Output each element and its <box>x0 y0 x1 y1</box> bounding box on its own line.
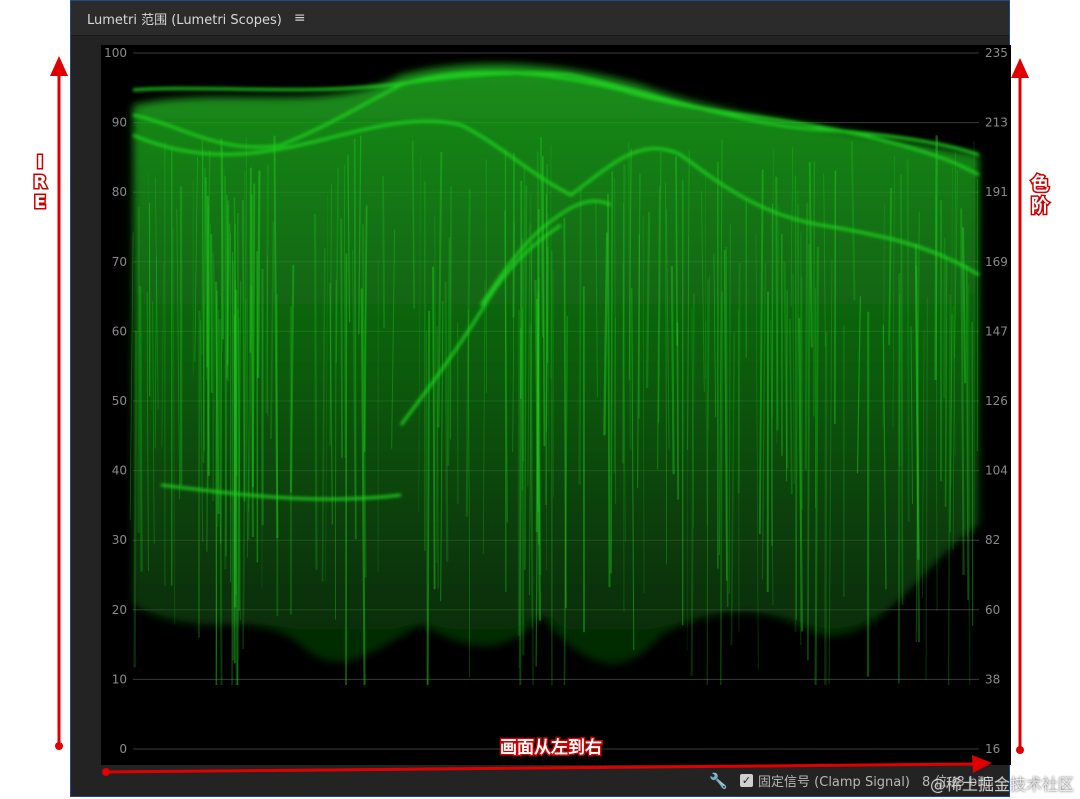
waveform-streak <box>235 308 239 686</box>
waveform-streak <box>138 286 143 572</box>
hamburger-icon[interactable]: ≡ <box>294 10 306 26</box>
level-tick-label: 126 <box>985 394 1008 408</box>
level-tick-label: 191 <box>985 185 1008 199</box>
ire-label-r: R <box>33 172 47 193</box>
level-tick-label: 147 <box>985 324 1008 338</box>
waveform-streak <box>382 176 386 329</box>
waveform-streak <box>906 158 910 522</box>
left-arrow-head <box>50 56 68 76</box>
panel-header: Lumetri 范围 (Lumetri Scopes) ≡ <box>71 1 1009 36</box>
waveform-streak <box>215 290 218 686</box>
level-tick-label: 60 <box>985 603 1000 617</box>
right-arrow-dot <box>1016 746 1024 754</box>
waveform-streak <box>233 289 238 608</box>
waveform-streak <box>804 203 809 470</box>
watermark: @稀土掘金技术社区 <box>929 775 1074 794</box>
right-arrow-head <box>1011 58 1029 78</box>
waveform-streak <box>537 291 540 545</box>
ire-tick-label: 0 <box>119 742 127 756</box>
ire-label-i: I <box>37 152 44 173</box>
waveform-streak <box>276 294 279 617</box>
level-tick-label: 82 <box>985 533 1000 547</box>
waveform-streak <box>353 138 357 540</box>
waveform-streak <box>771 203 773 546</box>
level-tick-label: 16 <box>985 742 1000 756</box>
waveform-streak <box>547 212 550 472</box>
waveform-streak <box>785 290 788 482</box>
waveform-streak <box>944 256 948 507</box>
panel-title[interactable]: Lumetri 范围 (Lumetri Scopes) <box>87 9 282 28</box>
waveform-streak <box>340 218 343 458</box>
wrench-icon[interactable]: 🔧 <box>709 772 728 790</box>
clamp-signal-toggle[interactable]: ✓ 固定信号 (Clamp Signal) <box>740 771 910 790</box>
ire-tick-label: 40 <box>112 464 127 478</box>
ire-tick-label: 10 <box>112 672 127 686</box>
ire-label-e: E <box>34 192 46 213</box>
lumetri-scopes-panel: Lumetri 范围 (Lumetri Scopes) ≡ 100 90 80 70 6… <box>70 0 1011 797</box>
levels-label-1: 色 <box>1031 173 1049 195</box>
waveform-streak <box>133 330 138 668</box>
waveform-streak <box>129 232 134 520</box>
waveform-streak <box>313 213 318 570</box>
ire-tick-label: 50 <box>112 394 127 408</box>
waveform-streak <box>971 322 974 626</box>
waveform-streak <box>201 148 204 355</box>
waveform-streak <box>676 322 679 500</box>
waveform-scope: 100 90 80 70 60 50 40 30 20 10 0 235 213 191 169 147 12… <box>101 45 1011 765</box>
ire-tick-label: 70 <box>112 255 127 269</box>
level-tick-label: 169 <box>985 255 1008 269</box>
ire-tick-label: 20 <box>112 603 127 617</box>
clamp-signal-label: 固定信号 (Clamp Signal) <box>758 775 910 790</box>
waveform-canvas: 1009080706050403020100 23521319116914712… <box>104 46 1008 756</box>
level-tick-label: 235 <box>985 46 1008 60</box>
level-tick-label: 104 <box>985 464 1008 478</box>
ire-tick-label: 30 <box>112 533 127 547</box>
waveform-streak <box>449 186 452 440</box>
waveform-streak <box>447 237 451 466</box>
ire-tick-label: 100 <box>104 46 127 60</box>
waveform-streak <box>943 237 946 399</box>
waveform-streak <box>578 188 582 485</box>
waveform-streak <box>256 170 261 378</box>
waveform-streak <box>675 156 679 346</box>
waveform-streak <box>197 310 201 638</box>
ire-tick-label: 60 <box>112 324 127 338</box>
left-arrow-dot <box>55 742 63 750</box>
waveform-streak <box>824 332 828 686</box>
level-tick-label: 38 <box>985 672 1000 686</box>
clamp-signal-checkbox[interactable]: ✓ <box>740 774 754 787</box>
ire-tick-label: 80 <box>112 185 127 199</box>
waveform-streak <box>621 164 626 464</box>
waveform-streak <box>934 135 938 381</box>
ire-tick-label: 90 <box>112 116 127 130</box>
level-tick-label: 213 <box>985 116 1008 130</box>
scope-footer: 🔧 ✓ 固定信号 (Clamp Signal) 8 位 (8 bit) <box>71 765 1009 796</box>
waveform-streak <box>800 276 803 510</box>
levels-label-2: 阶 <box>1031 195 1050 217</box>
